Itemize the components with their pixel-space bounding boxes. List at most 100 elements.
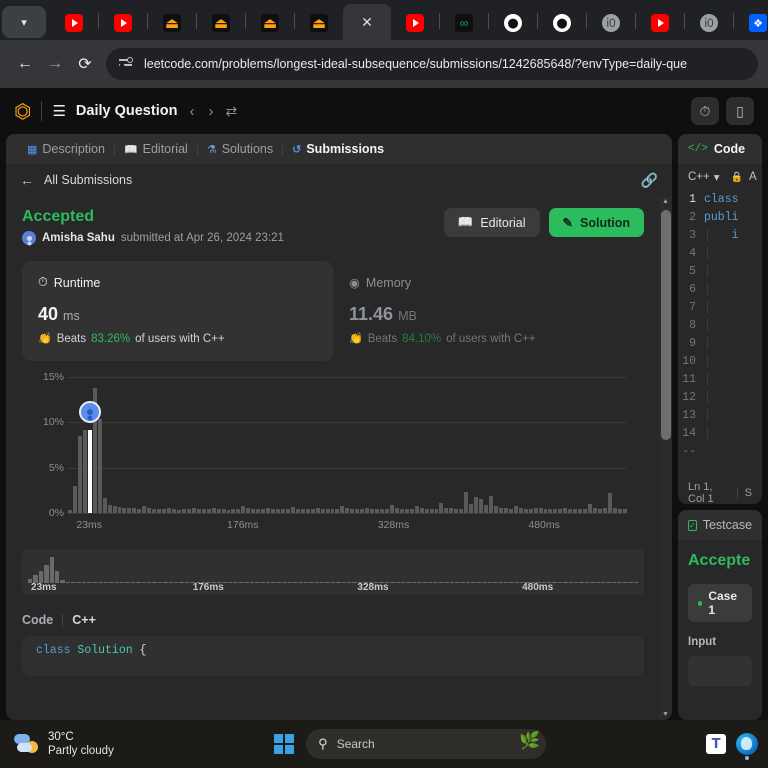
- chart-bar[interactable]: [315, 508, 320, 513]
- chart-bar[interactable]: [538, 507, 543, 513]
- chart-bar[interactable]: [271, 509, 276, 513]
- chart-bar[interactable]: [162, 509, 167, 513]
- chart-bar[interactable]: [142, 505, 147, 513]
- chart-bar[interactable]: [593, 508, 597, 513]
- chart-bar[interactable]: [310, 509, 315, 513]
- address-bar[interactable]: leetcode.com/problems/longest-ideal-subs…: [106, 48, 758, 80]
- browser-tab-2[interactable]: [99, 6, 147, 40]
- chart-bar[interactable]: [102, 497, 107, 513]
- chart-bar[interactable]: [479, 499, 484, 513]
- reload-button[interactable]: ⟳: [70, 49, 100, 79]
- chart-bar[interactable]: [474, 496, 479, 513]
- chart-bar[interactable]: [617, 509, 622, 513]
- chart-bar[interactable]: [568, 509, 573, 513]
- tab-description[interactable]: ▦ Description: [18, 142, 114, 156]
- edge-icon[interactable]: [736, 733, 758, 760]
- chart-bar[interactable]: [597, 508, 602, 513]
- chart-bar[interactable]: [261, 509, 266, 513]
- chart-bar[interactable]: [409, 509, 414, 513]
- tab-editorial[interactable]: 📖 Editorial: [115, 142, 197, 156]
- lock-icon[interactable]: 🔒: [731, 172, 743, 183]
- scroll-up-arrow[interactable]: ▲: [659, 196, 672, 207]
- chart-bar[interactable]: [201, 509, 206, 513]
- code-tab-label[interactable]: Code: [714, 142, 745, 156]
- chart-bar[interactable]: [186, 509, 191, 513]
- chart-bar[interactable]: [266, 508, 271, 513]
- chart-bar[interactable]: [335, 509, 340, 513]
- chart-bar[interactable]: [132, 508, 137, 513]
- chart-bar[interactable]: [87, 429, 92, 513]
- chart-bar[interactable]: [503, 508, 508, 513]
- avatar[interactable]: [22, 231, 36, 245]
- scrollbar-thumb[interactable]: [660, 210, 671, 440]
- chart-bar[interactable]: [216, 509, 221, 513]
- chart-bar[interactable]: [107, 504, 112, 513]
- teams-icon[interactable]: T: [706, 734, 726, 754]
- chart-bar[interactable]: [112, 506, 117, 513]
- chart-bar[interactable]: [543, 508, 548, 513]
- chart-bar[interactable]: [196, 508, 201, 513]
- chart-bar[interactable]: [276, 508, 280, 513]
- chart-bar[interactable]: [607, 493, 612, 513]
- close-icon[interactable]: ✕: [361, 14, 373, 31]
- chart-bar[interactable]: [429, 509, 434, 513]
- browser-tab-13[interactable]: [636, 6, 684, 40]
- code-editor[interactable]: 1 class 2 publi 3 │ i 4 │ 5 │ 6 │ 7 │ 8 │ 9 │ 10 │ 11 │ 12 │ 13 │…: [678, 190, 762, 482]
- browser-tab-15[interactable]: ❖: [734, 6, 768, 40]
- browser-tab-4[interactable]: ⏏: [197, 6, 245, 40]
- chart-bar[interactable]: [68, 510, 72, 513]
- browser-tab-3[interactable]: ⏏: [148, 6, 196, 40]
- chart-bar[interactable]: [489, 495, 493, 513]
- browser-tab-11[interactable]: ●: [538, 6, 586, 40]
- chart-bar[interactable]: [622, 509, 627, 513]
- browser-tab-10[interactable]: ●: [489, 6, 537, 40]
- link-icon[interactable]: 🔗: [641, 172, 658, 189]
- scroll-down-arrow[interactable]: ▼: [659, 709, 672, 720]
- site-settings-icon[interactable]: [118, 56, 134, 72]
- chart-bar[interactable]: [399, 508, 404, 513]
- chart-bar[interactable]: [469, 503, 474, 513]
- chart-bar[interactable]: [206, 509, 211, 513]
- chart-bar[interactable]: [226, 509, 231, 513]
- chart-bar[interactable]: [167, 508, 172, 513]
- chart-bar[interactable]: [236, 508, 241, 513]
- chart-bar[interactable]: [360, 509, 365, 513]
- chart-bar[interactable]: [394, 508, 399, 513]
- back-button[interactable]: ←: [10, 49, 40, 79]
- windows-start-icon[interactable]: [273, 733, 295, 755]
- solution-button[interactable]: ✎ Solution: [548, 208, 644, 237]
- tab-submissions[interactable]: ↺ Submissions: [283, 142, 393, 156]
- language-select[interactable]: C++ ▾: [688, 170, 720, 184]
- memory-card[interactable]: ◉ Memory 11.46 MB 👏 Beats 84.10% of user…: [333, 261, 644, 361]
- chart-bar[interactable]: [553, 509, 558, 513]
- chart-bar[interactable]: [176, 509, 181, 513]
- chart-bars[interactable]: [68, 377, 627, 513]
- chart-bar[interactable]: [449, 508, 454, 513]
- shuffle-icon[interactable]: ⇄: [225, 103, 237, 120]
- code-preview[interactable]: class Solution {: [22, 636, 644, 676]
- chart-bar[interactable]: [77, 435, 82, 513]
- chart-bar[interactable]: [444, 507, 449, 513]
- chart-bar[interactable]: [375, 509, 380, 513]
- chart-bar[interactable]: [612, 508, 617, 513]
- browser-tab-7[interactable]: ✕: [343, 4, 391, 40]
- chart-bar[interactable]: [513, 506, 518, 513]
- chart-bar[interactable]: [533, 508, 538, 513]
- chart-bar[interactable]: [300, 509, 305, 513]
- chart-bar[interactable]: [493, 505, 498, 513]
- panel-scrollbar[interactable]: ▲ ▼: [659, 196, 672, 720]
- chart-bar[interactable]: [152, 508, 157, 513]
- chart-bar[interactable]: [295, 508, 300, 513]
- tab-list-chevron-icon[interactable]: ▾: [2, 6, 46, 38]
- chart-bar[interactable]: [251, 508, 256, 513]
- chart-bar[interactable]: [414, 506, 419, 513]
- chart-bar[interactable]: [181, 509, 186, 513]
- chart-bar[interactable]: [370, 508, 375, 513]
- chart-bar[interactable]: [548, 509, 553, 513]
- chart-bar[interactable]: [280, 509, 285, 513]
- chart-bar[interactable]: [523, 508, 528, 513]
- chart-bar[interactable]: [484, 504, 489, 513]
- chart-bar[interactable]: [231, 509, 236, 513]
- browser-tab-9[interactable]: ∞: [440, 6, 488, 40]
- chart-bar[interactable]: [122, 507, 127, 513]
